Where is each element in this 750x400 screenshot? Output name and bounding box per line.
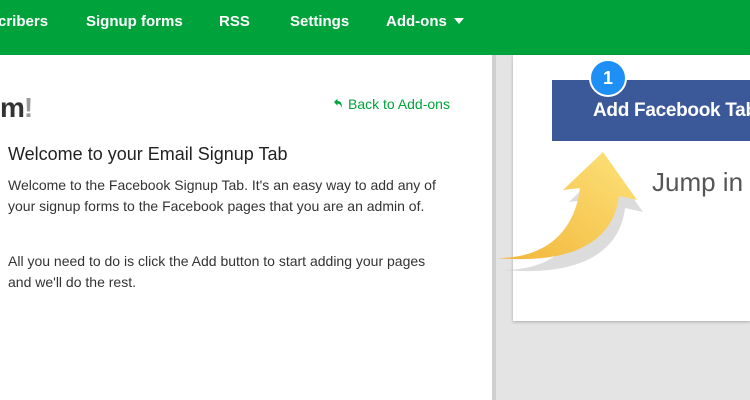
intro-paragraph: Welcome to the Facebook Signup Tab. It's… (8, 177, 436, 214)
add-facebook-tab-button[interactable]: Add Facebook Tab (552, 80, 750, 141)
curved-arrow-icon (497, 152, 643, 272)
back-arrow-icon (333, 96, 343, 112)
chevron-down-icon (453, 18, 464, 24)
nav-subscribers[interactable]: cribers (0, 0, 48, 44)
top-navigation-bar: cribers Signup forms RSS Settings Add-on… (0, 0, 750, 55)
back-link-label: Back to Add-ons (348, 96, 450, 112)
nav-add-ons-label: Add-ons (386, 13, 447, 30)
jump-in-text: Jump in (652, 167, 744, 197)
logo: m! (0, 92, 33, 124)
nav-rss[interactable]: RSS (219, 0, 250, 44)
back-to-add-ons-link[interactable]: Back to Add-ons (333, 96, 450, 112)
instructions-paragraph: All you need to do is click the Add butt… (8, 253, 426, 290)
page-heading: Welcome to your Email Signup Tab (8, 144, 288, 164)
step-badge: 1 (589, 59, 627, 97)
nav-signup-forms[interactable]: Signup forms (86, 0, 183, 44)
nav-settings[interactable]: Settings (290, 0, 349, 44)
logo-bang: ! (23, 92, 33, 123)
logo-text: m (0, 92, 25, 123)
content-panel: m! Back to Add-ons Welcome to your Email… (0, 55, 492, 400)
nav-add-ons[interactable]: Add-ons (386, 0, 464, 44)
